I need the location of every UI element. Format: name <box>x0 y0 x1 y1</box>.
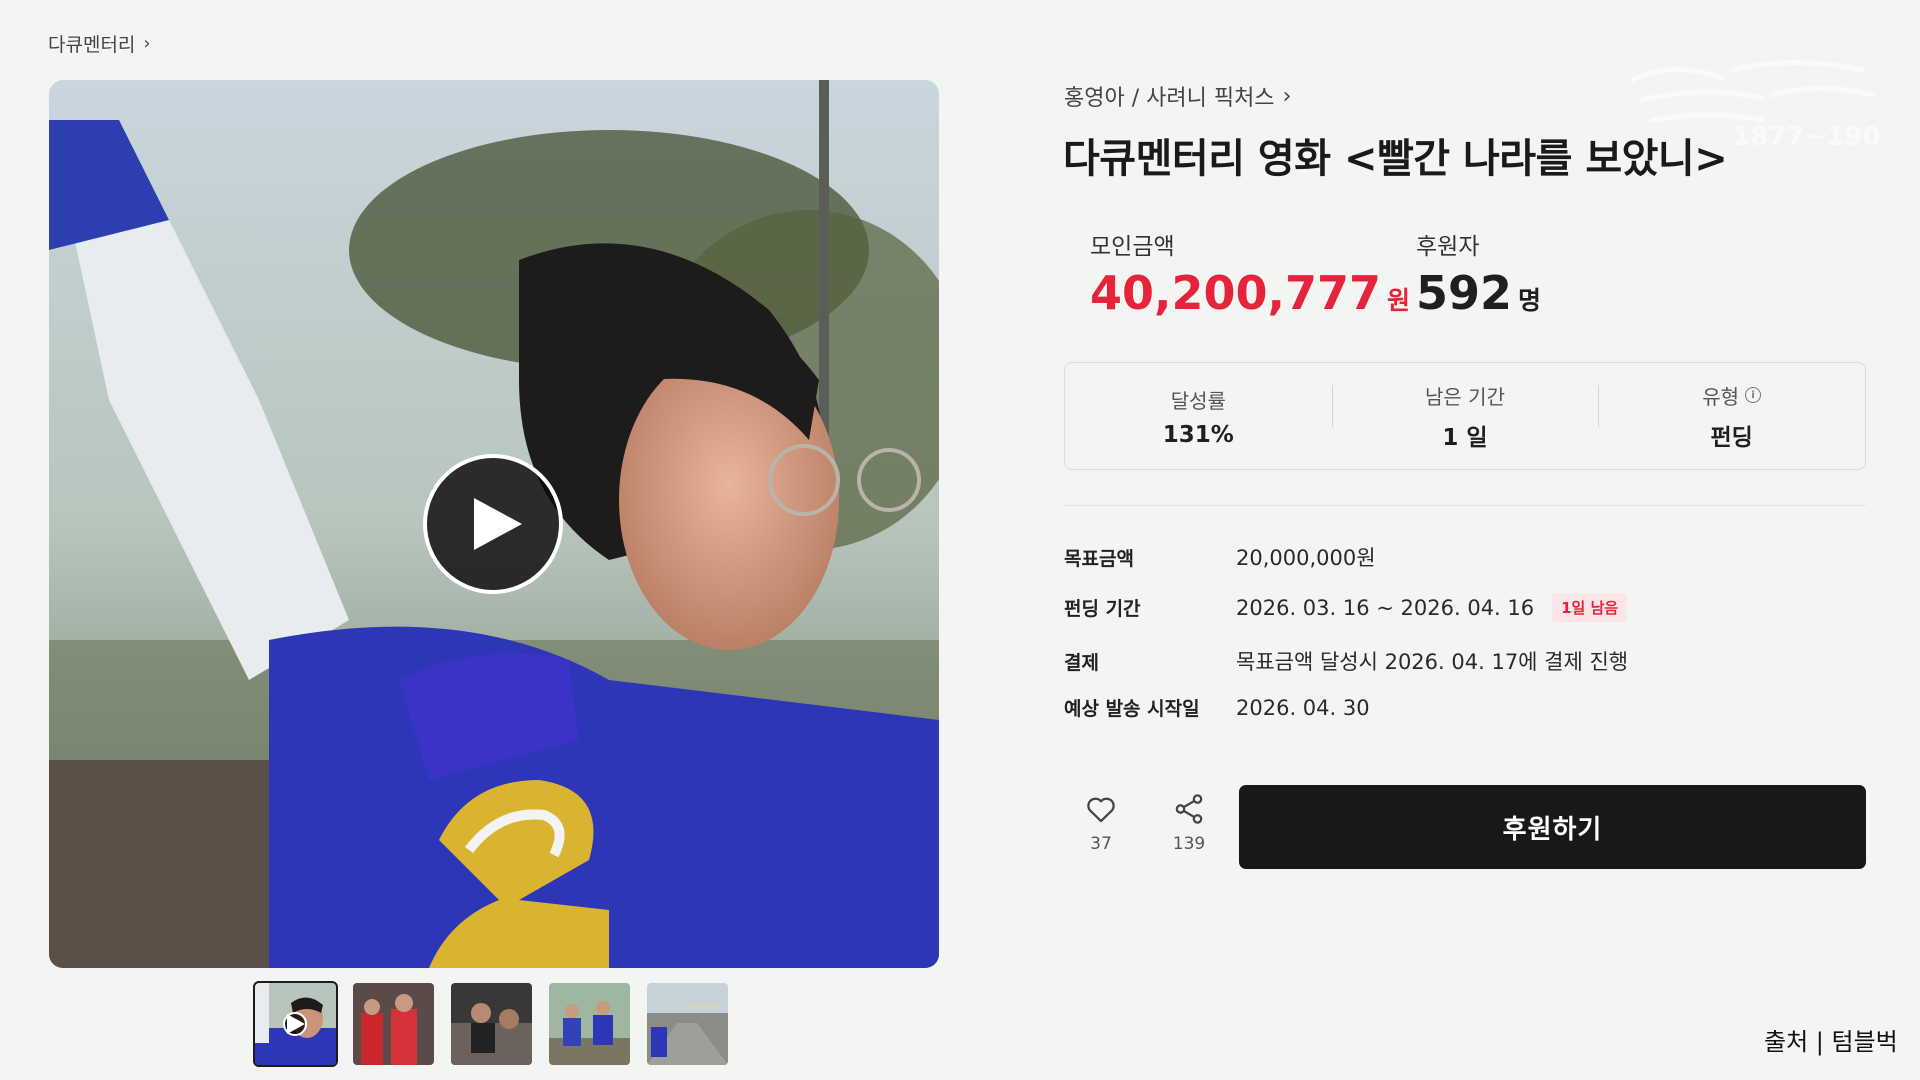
heart-icon <box>1087 797 1115 823</box>
goal-value: 20,000,000원 <box>1236 546 1376 570</box>
type-value: 펀딩 <box>1710 424 1753 451</box>
raised-unit: 원 <box>1387 286 1411 315</box>
chevron-right-icon: › <box>1282 83 1292 109</box>
detail-period: 펀딩 기간 2026. 03. 16 ~ 2026. 04. 16 1일 남음 <box>1064 593 1628 622</box>
raised-value: 40,200,777 <box>1090 266 1382 320</box>
detail-shipping: 예상 발송 시작일 2026. 04. 30 <box>1064 694 1370 721</box>
raised-amount: 40,200,777 원 <box>1090 266 1410 320</box>
like-button[interactable]: 37 <box>1084 792 1118 854</box>
detail-payment: 결제 목표금액 달성시 2026. 04. 17에 결제 진행 <box>1064 646 1628 676</box>
period-label: 펀딩 기간 <box>1064 598 1141 620</box>
summary-type: 유형 i 펀딩 <box>1598 381 1865 452</box>
thumb-photo-5[interactable] <box>647 983 728 1065</box>
ship-value: 2026. 04. 30 <box>1236 695 1370 720</box>
breadcrumb-category: 다큐멘터리 <box>48 34 136 56</box>
watermark-years: 1877~1907 <box>1732 122 1882 150</box>
thumb-photo-4[interactable] <box>549 983 630 1065</box>
info-icon[interactable]: i <box>1745 387 1762 403</box>
period-value: 2026. 03. 16 ~ 2026. 04. 16 <box>1236 595 1535 620</box>
section-divider <box>1064 505 1866 506</box>
play-icon <box>283 1012 307 1036</box>
summary-rate: 달성률 131% <box>1065 385 1332 448</box>
backers-unit: 명 <box>1518 286 1542 315</box>
funding-summary: 달성률 131% 남은 기간 1 일 유형 i 펀딩 <box>1064 362 1866 470</box>
thumbnail-image <box>647 983 728 1065</box>
source-credit: 출처 | 텀블벅 <box>1764 1028 1898 1056</box>
broadcast-watermark-logo: 1877~1907 <box>1629 60 1882 150</box>
backers-count: 592 명 <box>1416 266 1541 320</box>
share-icon <box>1175 794 1203 824</box>
play-button[interactable] <box>423 454 563 594</box>
backers-label: 후원자 <box>1416 234 1480 260</box>
rate-value: 131% <box>1162 421 1234 448</box>
rate-label: 달성률 <box>1170 388 1226 413</box>
backers-value: 592 <box>1416 266 1513 320</box>
thumbnail-image <box>451 983 532 1065</box>
thumbnail-image <box>353 983 434 1065</box>
type-label: 유형 <box>1702 384 1740 409</box>
detail-goal: 목표금액 20,000,000원 <box>1064 542 1376 572</box>
payment-label: 결제 <box>1064 651 1099 674</box>
remaining-badge: 1일 남음 <box>1552 593 1628 622</box>
thumb-video[interactable] <box>253 981 338 1067</box>
remaining-value: 1 일 <box>1442 424 1488 451</box>
main-video-player[interactable] <box>49 80 939 968</box>
raised-label: 모인금액 <box>1090 234 1175 260</box>
share-count: 139 <box>1172 834 1206 854</box>
support-button[interactable]: 후원하기 <box>1239 785 1866 869</box>
remaining-label: 남은 기간 <box>1425 384 1505 409</box>
share-button[interactable]: 139 <box>1172 792 1206 854</box>
creator-name: 홍영아 / 사려니 픽처스 <box>1064 86 1275 111</box>
payment-value: 목표금액 달성시 2026. 04. 17에 결제 진행 <box>1236 650 1629 674</box>
creator-link[interactable]: 홍영아 / 사려니 픽처스 › <box>1064 80 1291 112</box>
summary-remaining: 남은 기간 1 일 <box>1331 381 1599 452</box>
ship-label: 예상 발송 시작일 <box>1064 698 1200 720</box>
breadcrumb[interactable]: 다큐멘터리 › <box>48 30 151 57</box>
thumb-photo-2[interactable] <box>353 983 434 1065</box>
chevron-right-icon: › <box>143 33 151 54</box>
like-count: 37 <box>1090 834 1112 854</box>
goal-label: 목표금액 <box>1064 547 1134 570</box>
thumbnail-image <box>549 983 630 1065</box>
thumbnail-strip <box>253 981 728 1067</box>
thumb-photo-3[interactable] <box>451 983 532 1065</box>
play-icon <box>474 498 522 550</box>
